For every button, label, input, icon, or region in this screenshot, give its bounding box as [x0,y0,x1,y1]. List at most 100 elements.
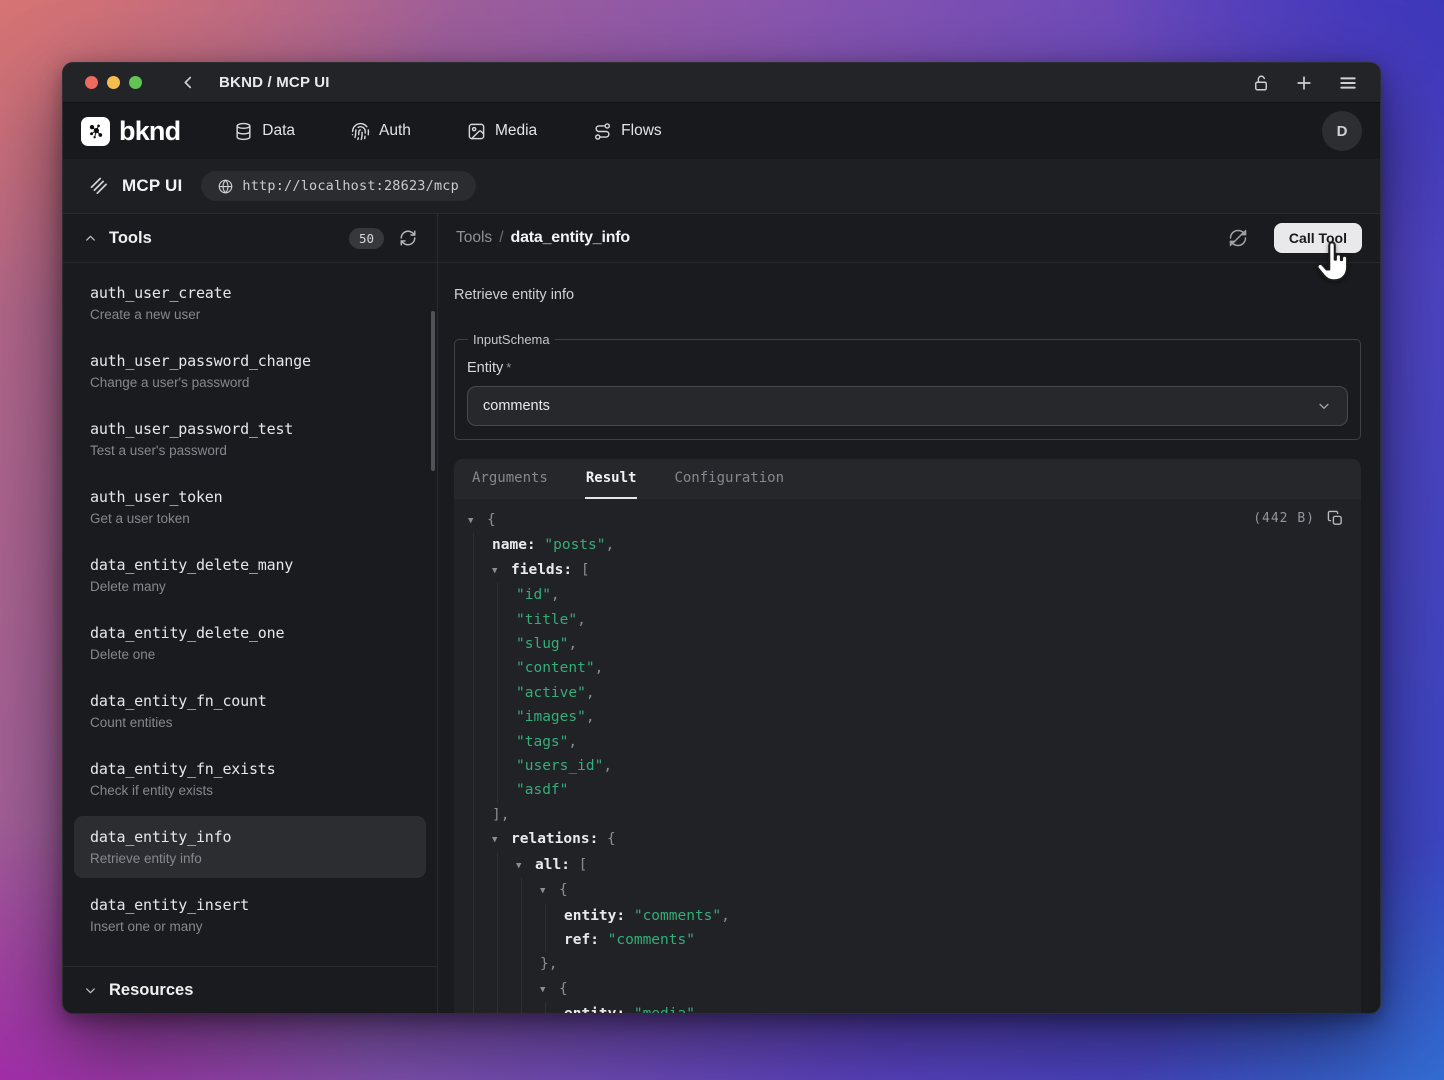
nav-label: Auth [379,122,411,140]
nav-label: Flows [621,122,661,140]
entity-field-label: Entity* [467,360,1348,376]
json-line: name: "posts", [454,533,1361,557]
tool-description: Delete many [90,579,410,594]
chevron-down-icon [1316,398,1332,414]
result-panel: Arguments Result Configuration (442 B) ▼… [454,459,1361,1013]
bknd-logo-icon [81,117,110,146]
zoom-window-button[interactable] [129,76,142,89]
desktop: { "window": { "title": "BKND / MCP UI" }… [0,0,1444,1080]
tool-list-item[interactable]: data_entity_info Retrieve entity info [74,816,426,878]
new-tab-icon[interactable] [1294,73,1314,93]
minimize-window-button[interactable] [107,76,120,89]
tool-name: data_entity_delete_one [90,624,410,642]
resources-section-header[interactable]: Resources [63,966,437,1013]
tool-list-item[interactable]: auth_user_password_change Change a user'… [74,340,426,402]
json-line: ref: "comments" [454,928,1361,952]
tool-name: auth_user_password_change [90,352,410,370]
fingerprint-icon [351,122,370,141]
collapse-triangle-icon[interactable]: ▼ [468,509,487,533]
tool-name: data_entity_info [90,828,410,846]
collapse-triangle-icon[interactable]: ▼ [540,978,559,1002]
json-line: "asdf" [454,778,1361,802]
json-line: ▼all: [ [454,853,1361,878]
page-title: MCP UI [122,176,182,196]
tools-count-badge: 50 [349,228,384,249]
server-url: http://localhost:28623/mcp [242,178,459,194]
refresh-icon[interactable] [399,229,417,247]
tool-list-item[interactable]: data_entity_delete_many Delete many [74,544,426,606]
nav-item-auth[interactable]: Auth [351,122,411,141]
menu-icon[interactable] [1338,73,1358,93]
tab-arguments[interactable]: Arguments [471,459,549,499]
tool-list-item[interactable]: auth_user_password_test Test a user's pa… [74,408,426,470]
mcp-subheader: MCP UI http://localhost:28623/mcp [63,159,1380,214]
json-line: "slug", [454,632,1361,656]
entity-select-value: comments [483,398,550,414]
tool-name: auth_user_password_test [90,420,410,438]
nav-item-media[interactable]: Media [467,122,537,141]
chevron-up-icon [83,231,98,246]
collapse-triangle-icon[interactable]: ▼ [492,828,511,852]
tools-section-header[interactable]: Tools 50 [63,214,437,263]
collapse-triangle-icon[interactable]: ▼ [540,879,559,903]
nav-item-flows[interactable]: Flows [593,122,661,141]
json-line: "title", [454,608,1361,632]
titlebar: BKND / MCP UI [63,63,1380,103]
json-line: "images", [454,705,1361,729]
mcp-icon [89,176,109,196]
collapse-triangle-icon[interactable]: ▼ [516,854,535,878]
tool-name: data_entity_fn_count [90,692,410,710]
tool-list-item[interactable]: auth_user_create Create a new user [74,272,426,334]
json-line: "tags", [454,730,1361,754]
breadcrumb-separator: / [499,229,503,247]
tool-name: data_entity_delete_many [90,556,410,574]
nav-item-data[interactable]: Data [234,122,295,141]
tab-configuration[interactable]: Configuration [673,459,785,499]
database-icon [234,122,253,141]
refresh-off-icon[interactable] [1228,228,1248,248]
close-window-button[interactable] [85,76,98,89]
entity-select[interactable]: comments [467,386,1348,426]
window-title: BKND / MCP UI [219,74,330,91]
nav-label: Data [262,122,295,140]
tool-description: Test a user's password [90,443,410,458]
breadcrumb-current: data_entity_info [511,229,631,247]
tool-list-item[interactable]: auth_user_token Get a user token [74,476,426,538]
tool-list-item[interactable]: data_entity_fn_exists Check if entity ex… [74,748,426,810]
tool-name: auth_user_create [90,284,410,302]
tool-name: data_entity_insert [90,896,410,914]
json-line: "content", [454,656,1361,680]
brand-logo[interactable]: bknd [81,116,180,147]
breadcrumb-tools-link[interactable]: Tools [456,229,492,247]
tool-description: Retrieve entity info [90,851,410,866]
tools-section-title: Tools [109,229,152,248]
app-window: BKND / MCP UI [62,62,1381,1014]
input-schema-legend: InputSchema [468,332,555,347]
json-line: entity: "comments", [454,904,1361,928]
tool-list-item[interactable]: data_entity_insert Insert one or many [74,884,426,946]
json-line: ▼{ [454,977,1361,1002]
user-avatar[interactable]: D [1322,111,1362,151]
tool-list-item[interactable]: data_entity_delete_one Delete one [74,612,426,674]
route-icon [593,122,612,141]
call-tool-button[interactable]: Call Tool [1274,223,1362,253]
sidebar-scrollbar-thumb[interactable] [431,311,435,471]
input-schema-fieldset: InputSchema Entity* comments [454,332,1361,440]
back-icon[interactable] [180,74,197,91]
json-line: ▼{ [454,878,1361,903]
json-line: ▼relations: { [454,827,1361,852]
server-url-pill[interactable]: http://localhost:28623/mcp [201,171,476,201]
resources-section-title: Resources [109,981,193,1000]
tab-result[interactable]: Result [585,459,638,499]
main-nav: Data Auth Media Flows [234,122,661,141]
json-view: ▼{name: "posts",▼fields: ["id","title","… [454,508,1361,1013]
tool-description: Retrieve entity info [454,285,1361,305]
lock-open-icon[interactable] [1252,74,1270,92]
tool-description: Insert one or many [90,919,410,934]
tool-description: Delete one [90,647,410,662]
tool-list-item[interactable]: data_entity_fn_count Count entities [74,680,426,742]
collapse-triangle-icon[interactable]: ▼ [492,559,511,583]
nav-label: Media [495,122,537,140]
tools-sidebar: Tools 50 auth_user_create Create a new u… [63,214,438,1013]
tool-description: Create a new user [90,307,410,322]
